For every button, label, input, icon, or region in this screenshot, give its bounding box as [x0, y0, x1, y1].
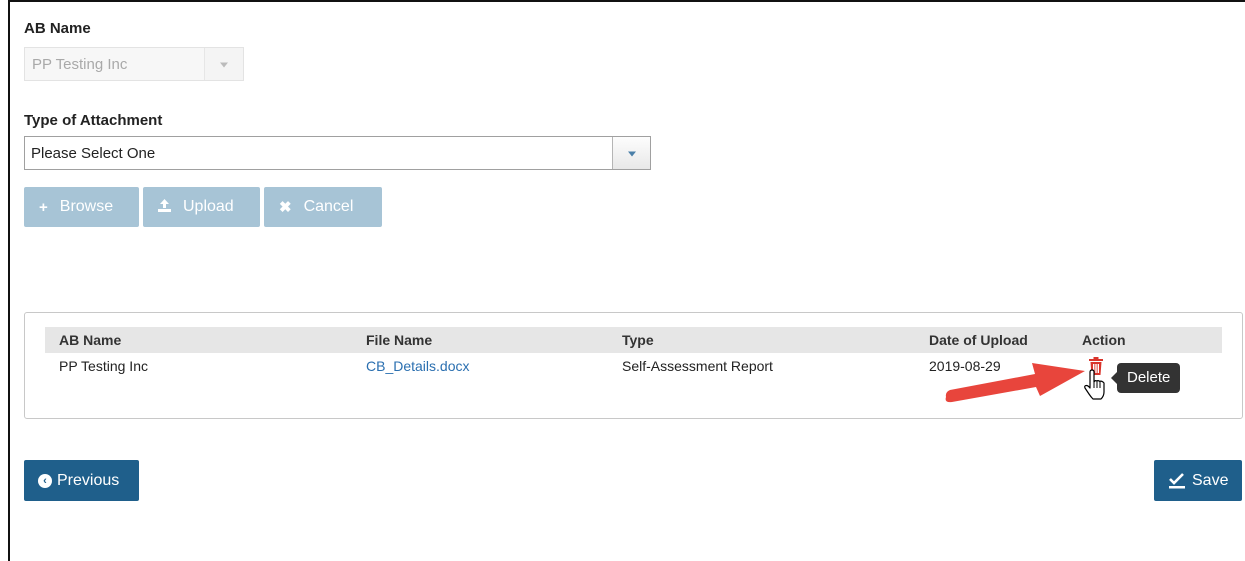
delete-tooltip: Delete [1110, 363, 1181, 393]
chevron-down-icon [220, 62, 228, 68]
check-save-icon [1169, 472, 1185, 488]
column-header-action: Action [1082, 332, 1126, 348]
screenshot-border-left [8, 0, 10, 561]
plus-icon: + [39, 198, 48, 216]
attachment-type-label: Type of Attachment [24, 112, 163, 129]
browse-button[interactable]: + Browse [24, 187, 139, 227]
ab-name-select[interactable]: PP Testing Inc [24, 47, 244, 81]
ab-name-dropdown-button[interactable] [204, 48, 243, 80]
column-header-ab-name: AB Name [59, 332, 122, 348]
browse-button-label: Browse [59, 198, 114, 215]
file-name-link[interactable]: CB_Details.docx [366, 358, 470, 374]
cell-type: Self-Assessment Report [622, 358, 773, 374]
attachment-type-select[interactable]: Please Select One [24, 136, 651, 170]
previous-button[interactable]: ‹ Previous [24, 460, 139, 501]
upload-icon [158, 198, 171, 216]
chevron-down-icon [627, 151, 636, 157]
cancel-button[interactable]: ✖ Cancel [264, 187, 382, 227]
save-button-label: Save [1192, 471, 1229, 489]
close-icon: ✖ [279, 199, 292, 216]
column-header-type: Type [622, 332, 654, 348]
upload-button-label: Upload [183, 198, 234, 215]
cell-ab-name: PP Testing Inc [59, 358, 148, 374]
ab-name-label: AB Name [24, 20, 91, 37]
upload-button[interactable]: Upload [143, 187, 260, 227]
attachment-type-value: Please Select One [31, 145, 156, 162]
ab-name-value: PP Testing Inc [32, 56, 128, 73]
previous-button-label: Previous [57, 471, 120, 489]
attachment-type-dropdown-button[interactable] [612, 137, 650, 169]
screenshot-border-top [8, 0, 1245, 2]
annotation-arrow [945, 363, 1085, 403]
table-header: AB Name File Name Type Date of Upload Ac… [45, 327, 1222, 353]
cancel-button-label: Cancel [303, 198, 354, 215]
column-header-file-name: File Name [366, 332, 433, 348]
chevron-left-circle-icon: ‹ [38, 473, 52, 488]
column-header-date-of-upload: Date of Upload [929, 332, 1028, 348]
save-button[interactable]: Save [1154, 460, 1242, 501]
